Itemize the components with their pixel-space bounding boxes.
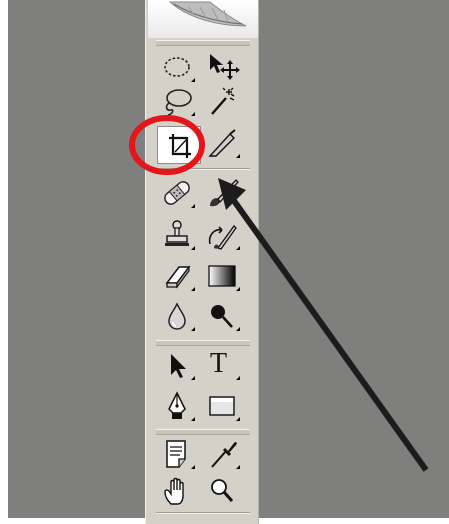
dodge-icon [211,305,233,328]
tool-flyout-indicator [191,246,195,250]
lasso-tool[interactable] [159,84,195,118]
dodge-tool[interactable] [204,299,240,333]
brush-tool[interactable] [204,176,240,210]
rectangle-shape-tool[interactable] [204,389,240,423]
crop-icon [169,134,191,158]
toolbar-separator [156,168,250,170]
zoom-icon [211,479,234,502]
slice-tool[interactable] [204,126,240,160]
hand-tool[interactable] [159,474,195,508]
healing-brush-tool[interactable] [159,176,195,210]
history-brush-tool[interactable] [204,218,240,252]
toolbar-group-bar [156,340,250,346]
toolbar-header[interactable] [148,0,258,38]
zoom-tool[interactable] [204,474,240,508]
toolbar-group-bar [156,40,250,46]
hand-icon [164,477,184,505]
tool-flyout-indicator [191,327,195,331]
blur-tool[interactable] [159,299,195,333]
tool-flyout-indicator [236,154,240,158]
tool-flyout-indicator [236,417,240,421]
tool-flyout-indicator [191,376,195,380]
gradient-icon [208,265,236,287]
gradient-tool[interactable] [204,259,240,293]
tool-flyout-indicator [191,112,195,116]
tools-panel: T [145,0,259,524]
tool-flyout-indicator [236,465,240,469]
toolbar-group-bar [156,429,250,435]
tool-flyout-indicator [236,204,240,208]
magic-wand-tool[interactable] [204,84,240,118]
tool-flyout-indicator [236,376,240,380]
feather-icon [168,1,247,27]
tool-flyout-indicator [236,287,240,291]
tool-flyout-indicator [191,465,195,469]
brush-icon [210,179,239,207]
path-selection-icon [171,354,186,378]
notes-tool[interactable] [159,437,195,471]
clone-stamp-icon [165,220,189,246]
tool-flyout-indicator [191,417,195,421]
notes-icon [166,440,186,468]
tool-flyout-indicator [236,327,240,331]
type-icon: T [210,348,228,379]
type-tool[interactable]: T [204,348,240,382]
tool-flyout-indicator [191,78,195,82]
blur-icon [168,302,186,330]
tool-flyout-indicator [236,246,240,250]
tool-flyout-indicator [191,287,195,291]
move-tool[interactable] [204,50,240,84]
toolbar-separator [156,512,250,514]
move-icon [210,54,240,80]
tool-flyout-indicator [191,204,195,208]
screenshot: T [0,0,449,524]
elliptical-marquee-icon [164,57,190,77]
eyedropper-tool[interactable] [204,437,240,471]
clone-stamp-tool[interactable] [159,218,195,252]
lasso-icon [165,89,192,116]
eraser-tool[interactable] [159,259,195,293]
slice-icon [208,129,236,157]
pen-icon [168,391,186,419]
pen-tool[interactable] [159,389,195,423]
magic-wand-icon [211,87,235,115]
history-brush-icon [208,225,237,250]
crop-tool[interactable] [157,126,201,164]
path-selection-tool[interactable] [159,348,195,382]
eyedropper-icon [211,442,237,468]
healing-brush-icon [164,181,190,205]
eraser-icon [165,265,191,289]
elliptical-marquee-tool[interactable] [159,50,195,84]
rectangle-shape-icon [209,396,235,416]
